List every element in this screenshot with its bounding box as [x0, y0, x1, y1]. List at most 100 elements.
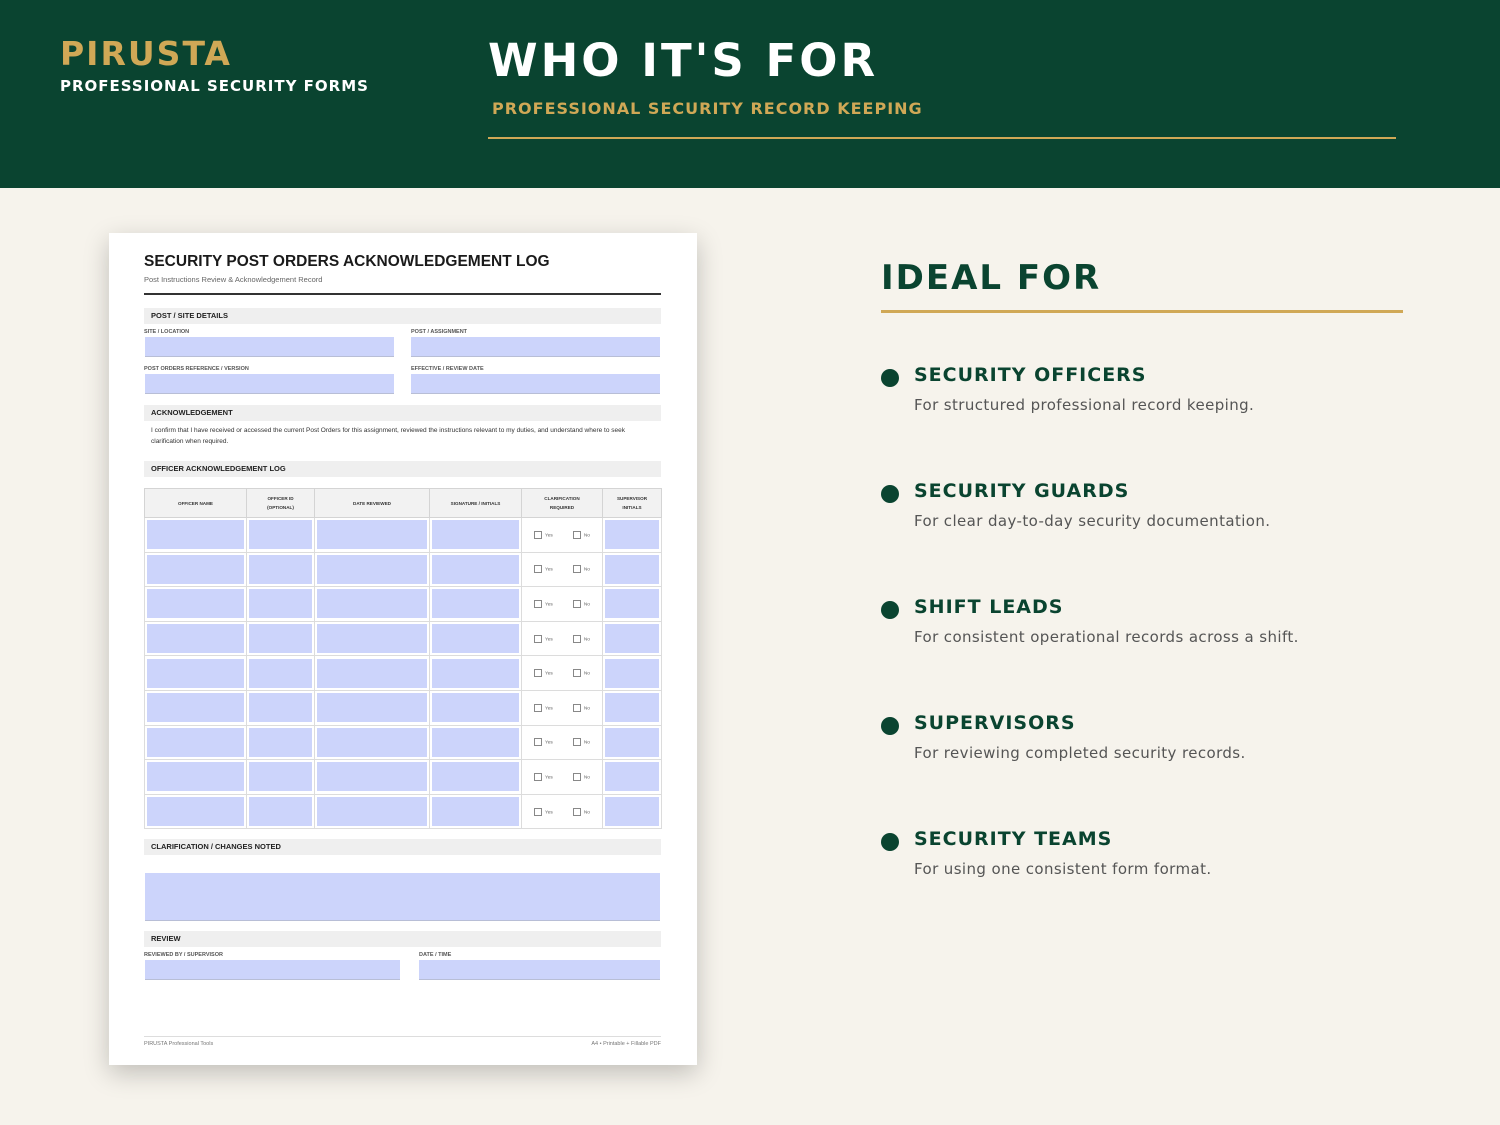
section-clarification: CLARIFICATION / CHANGES NOTED	[144, 839, 661, 855]
supervisor-initials-cell[interactable]	[602, 793, 662, 830]
officer-name-cell[interactable]	[144, 620, 247, 657]
signature-cell[interactable]	[429, 517, 522, 553]
officer-name-cell[interactable]	[144, 724, 247, 761]
checkbox-icon[interactable]	[572, 703, 581, 712]
audience-description: For structured professional record keepi…	[914, 396, 1255, 414]
signature-cell[interactable]	[429, 551, 522, 588]
checkbox-icon[interactable]	[572, 669, 581, 678]
site-location-field[interactable]	[145, 337, 394, 357]
supervisor-initials-cell[interactable]	[602, 759, 662, 795]
clarification-no-option[interactable]: No	[572, 669, 590, 678]
checkbox-icon[interactable]	[572, 772, 581, 781]
clarification-no-option[interactable]: No	[572, 634, 590, 643]
reviewed-by-field[interactable]	[145, 960, 400, 980]
brand-tagline: PROFESSIONAL SECURITY FORMS	[60, 77, 369, 95]
clarification-no-option[interactable]: No	[572, 738, 590, 747]
officer-id-cell[interactable]	[246, 689, 315, 726]
checkbox-icon[interactable]	[534, 599, 542, 608]
signature-cell[interactable]	[429, 689, 522, 726]
date-reviewed-cell[interactable]	[314, 689, 430, 726]
date-reviewed-cell[interactable]	[314, 793, 430, 830]
date-time-field[interactable]	[419, 960, 660, 980]
form-footer-rule	[144, 1036, 661, 1037]
date-reviewed-cell[interactable]	[314, 620, 430, 657]
checkbox-icon[interactable]	[572, 530, 581, 539]
supervisor-initials-cell[interactable]	[602, 724, 662, 761]
clarification-yes-option[interactable]: Yes	[534, 530, 553, 539]
checkbox-icon[interactable]	[572, 599, 581, 608]
officer-name-cell[interactable]	[144, 793, 247, 830]
checkbox-icon[interactable]	[534, 530, 542, 539]
clarification-notes-field[interactable]	[145, 873, 660, 921]
supervisor-initials-cell[interactable]	[602, 517, 662, 553]
clarification-yes-option[interactable]: Yes	[534, 669, 553, 678]
clarification-cell: Yes No	[521, 620, 603, 657]
clarification-no-option[interactable]: No	[572, 530, 590, 539]
table-row: Yes No	[144, 551, 662, 588]
officer-id-cell[interactable]	[246, 759, 315, 795]
post-assignment-field[interactable]	[411, 337, 660, 357]
clarification-no-option[interactable]: No	[572, 807, 590, 816]
date-reviewed-cell[interactable]	[314, 724, 430, 761]
checkbox-icon[interactable]	[534, 807, 542, 816]
officer-name-cell[interactable]	[144, 689, 247, 726]
effective-date-field[interactable]	[411, 374, 660, 394]
officer-id-cell[interactable]	[246, 551, 315, 588]
checkbox-icon[interactable]	[534, 703, 542, 712]
officer-name-cell[interactable]	[144, 586, 247, 622]
bullet-dot-icon	[881, 369, 899, 387]
supervisor-initials-cell[interactable]	[602, 689, 662, 726]
checkbox-icon[interactable]	[534, 634, 542, 643]
table-row: Yes No	[144, 793, 662, 830]
checkbox-icon[interactable]	[534, 772, 542, 781]
checkbox-icon[interactable]	[572, 565, 581, 574]
supervisor-initials-cell[interactable]	[602, 620, 662, 657]
date-reviewed-cell[interactable]	[314, 551, 430, 588]
clarification-yes-option[interactable]: Yes	[534, 565, 553, 574]
clarification-no-option[interactable]: No	[572, 565, 590, 574]
officer-name-cell[interactable]	[144, 759, 247, 795]
clarification-yes-option[interactable]: Yes	[534, 703, 553, 712]
signature-cell[interactable]	[429, 586, 522, 622]
signature-cell[interactable]	[429, 724, 522, 761]
officer-id-cell[interactable]	[246, 620, 315, 657]
officer-id-cell[interactable]	[246, 655, 315, 691]
label-effective-date: EFFECTIVE / REVIEW DATE	[411, 366, 484, 372]
clarification-yes-option[interactable]: Yes	[534, 634, 553, 643]
clarification-no-option[interactable]: No	[572, 703, 590, 712]
clarification-no-option[interactable]: No	[572, 772, 590, 781]
officer-id-cell[interactable]	[246, 793, 315, 830]
clarification-yes-option[interactable]: Yes	[534, 772, 553, 781]
date-reviewed-cell[interactable]	[314, 517, 430, 553]
supervisor-initials-cell[interactable]	[602, 655, 662, 691]
officer-name-cell[interactable]	[144, 517, 247, 553]
date-reviewed-cell[interactable]	[314, 655, 430, 691]
supervisor-initials-cell[interactable]	[602, 551, 662, 588]
col-signature: SIGNATURE / INITIALS	[429, 488, 522, 518]
supervisor-initials-cell[interactable]	[602, 586, 662, 622]
officer-id-cell[interactable]	[246, 586, 315, 622]
clarification-yes-option[interactable]: Yes	[534, 807, 553, 816]
signature-cell[interactable]	[429, 620, 522, 657]
checkbox-icon[interactable]	[534, 669, 542, 678]
audience-title: SECURITY TEAMS	[914, 828, 1113, 850]
officer-name-cell[interactable]	[144, 551, 247, 588]
clarification-cell: Yes No	[521, 586, 603, 622]
officer-id-cell[interactable]	[246, 517, 315, 553]
post-orders-reference-field[interactable]	[145, 374, 394, 394]
checkbox-icon[interactable]	[534, 565, 542, 574]
officer-id-cell[interactable]	[246, 724, 315, 761]
checkbox-icon[interactable]	[572, 738, 581, 747]
date-reviewed-cell[interactable]	[314, 759, 430, 795]
checkbox-icon[interactable]	[572, 807, 581, 816]
officer-name-cell[interactable]	[144, 655, 247, 691]
clarification-yes-option[interactable]: Yes	[534, 599, 553, 608]
signature-cell[interactable]	[429, 793, 522, 830]
clarification-yes-option[interactable]: Yes	[534, 738, 553, 747]
checkbox-icon[interactable]	[534, 738, 542, 747]
signature-cell[interactable]	[429, 759, 522, 795]
signature-cell[interactable]	[429, 655, 522, 691]
checkbox-icon[interactable]	[572, 634, 581, 643]
clarification-no-option[interactable]: No	[572, 599, 590, 608]
date-reviewed-cell[interactable]	[314, 586, 430, 622]
